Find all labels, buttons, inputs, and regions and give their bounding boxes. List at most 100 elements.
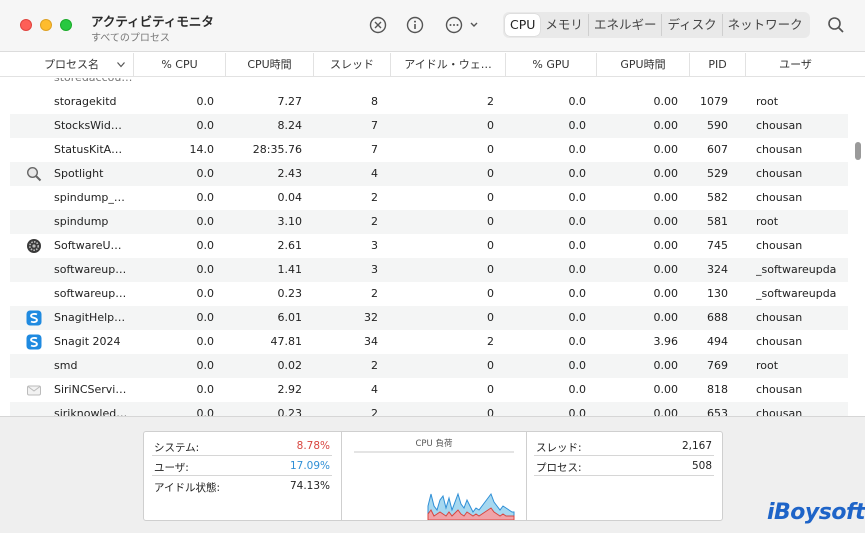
gpu-time: 0.00 bbox=[653, 287, 679, 300]
title-bar: アクティビティモニタ すべてのプロセス CPU メモリ エネルギー ディスク ネ… bbox=[0, 0, 865, 52]
process-name: StocksWid… bbox=[54, 119, 122, 132]
process-name: SnagitHelp… bbox=[54, 311, 126, 324]
column-cpu[interactable]: % CPU bbox=[133, 53, 225, 77]
idle-wake-ups: 0 bbox=[487, 239, 494, 252]
window-title: アクティビティモニタ bbox=[91, 14, 214, 29]
idle-label: アイドル状態: bbox=[154, 482, 221, 494]
minimize-window-button[interactable] bbox=[40, 19, 52, 31]
watermark-logo: iBoysoft bbox=[767, 500, 865, 525]
cpu-percent: 0.0 bbox=[196, 263, 215, 276]
column-pid[interactable]: PID bbox=[689, 53, 745, 77]
user-label: ユーザ: bbox=[154, 462, 189, 474]
cpu-percent: 14.0 bbox=[189, 143, 215, 156]
system-value: 8.78% bbox=[296, 440, 330, 452]
table-row[interactable]: Snagit 2024 0.0 47.81 34 2 0.0 3.96 494 chousan bbox=[10, 330, 848, 354]
table-row[interactable]: softwareup… 0.0 0.23 2 0 0.0 0.00 130 _softwareu… bbox=[10, 282, 848, 306]
idle-wake-ups: 2 bbox=[487, 335, 494, 348]
column-gpu-time[interactable]: GPU時間 bbox=[596, 53, 689, 77]
process-table: storedaccou… storagekitd0.07.27820.00.00… bbox=[10, 78, 848, 416]
column-idle-wake[interactable]: アイドル・ウェ… bbox=[390, 53, 505, 77]
gpu-time: 3.96 bbox=[653, 335, 679, 348]
table-row[interactable]: storagekitd 0.0 7.27 8 2 0.0 0.00 1079 root bbox=[10, 90, 848, 114]
table-row[interactable]: StocksWid… 0.0 8.24 7 0 0.0 0.00 590 chousan bbox=[10, 114, 848, 138]
cpu-time: 0.23 bbox=[277, 287, 303, 300]
tab-cpu[interactable]: CPU bbox=[505, 14, 541, 36]
column-cpu-time[interactable]: CPU時間 bbox=[225, 53, 313, 77]
table-row[interactable]: spindump_… 0.0 0.04 2 0 0.0 0.00 582 chousan bbox=[10, 186, 848, 210]
gpu-percent: 0.0 bbox=[568, 263, 587, 276]
process-name: Spotlight bbox=[54, 167, 104, 180]
table-row[interactable]: softwareup… 0.0 1.41 3 0 0.0 0.00 324 _softwareu… bbox=[10, 258, 848, 282]
stop-process-button[interactable] bbox=[368, 15, 388, 35]
info-icon bbox=[406, 16, 424, 34]
user-name: root bbox=[756, 359, 779, 372]
gpu-percent: 0.0 bbox=[568, 359, 587, 372]
gpu-percent: 0.0 bbox=[568, 191, 587, 204]
column-user[interactable]: ユーザ bbox=[745, 53, 845, 77]
idle-wake-ups: 0 bbox=[487, 311, 494, 324]
inspect-button[interactable] bbox=[405, 15, 425, 35]
idle-wake-ups: 0 bbox=[487, 287, 494, 300]
tab-energy[interactable]: エネルギー bbox=[587, 14, 662, 36]
cpu-load-chart bbox=[354, 451, 515, 520]
user-name: root bbox=[756, 95, 779, 108]
thread-count: 4 bbox=[371, 167, 378, 180]
table-row[interactable]: SoftwareU… 0.0 2.61 3 0 0.0 0.00 745 chousan bbox=[10, 234, 848, 258]
zoom-window-button[interactable] bbox=[60, 19, 72, 31]
table-row[interactable]: spindump 0.0 3.10 2 0 0.0 0.00 581 root bbox=[10, 210, 848, 234]
thread-count: 2 bbox=[371, 287, 378, 300]
idle-wake-ups: 0 bbox=[487, 119, 494, 132]
tab-network[interactable]: ネットワーク bbox=[721, 14, 808, 36]
gpu-percent: 0.0 bbox=[568, 167, 587, 180]
pid: 607 bbox=[707, 143, 728, 156]
table-row[interactable]: Spotlight 0.0 2.43 4 0 0.0 0.00 529 chousan bbox=[10, 162, 848, 186]
tab-memory[interactable]: メモリ bbox=[540, 14, 588, 36]
process-name: SoftwareU… bbox=[54, 239, 122, 252]
more-actions-button[interactable] bbox=[444, 15, 482, 35]
idle-wake-ups: 0 bbox=[487, 263, 494, 276]
table-row[interactable]: storedaccou… bbox=[10, 78, 848, 90]
process-name: softwareup… bbox=[54, 263, 127, 276]
process-name: storedaccou… bbox=[54, 78, 144, 90]
scrollbar-thumb[interactable] bbox=[855, 142, 861, 160]
cpu-time: 0.02 bbox=[277, 359, 303, 372]
pid: 130 bbox=[707, 287, 728, 300]
tab-disk[interactable]: ディスク bbox=[661, 14, 721, 36]
search-button[interactable] bbox=[826, 15, 846, 35]
process-name: siriknowled… bbox=[54, 407, 128, 416]
cpu-time: 47.81 bbox=[270, 335, 303, 348]
table-row[interactable]: SiriNCServi… 0.0 2.92 4 0 0.0 0.00 818 chousan bbox=[10, 378, 848, 402]
vertical-scrollbar[interactable] bbox=[853, 78, 863, 416]
pid: 581 bbox=[707, 215, 728, 228]
gpu-percent: 0.0 bbox=[568, 143, 587, 156]
idle-value: 74.13% bbox=[289, 480, 330, 492]
pid: 1079 bbox=[700, 95, 728, 108]
cpu-percent: 0.0 bbox=[196, 215, 215, 228]
table-row[interactable]: smd 0.0 0.02 2 0 0.0 0.00 769 root bbox=[10, 354, 848, 378]
close-window-button[interactable] bbox=[20, 19, 32, 31]
gpu-percent: 0.0 bbox=[568, 383, 587, 396]
cpu-stats-panel: システム: 8.78% ユーザ: 17.09% アイドル状態: 74.13% C… bbox=[143, 431, 723, 521]
idle-stat: アイドル状態: 74.13% bbox=[152, 476, 332, 496]
cpu-percent: 0.0 bbox=[196, 335, 215, 348]
idle-wake-ups: 2 bbox=[487, 95, 494, 108]
gpu-time: 0.00 bbox=[653, 215, 679, 228]
processes-value: 508 bbox=[691, 460, 712, 472]
gpu-time: 0.00 bbox=[653, 407, 679, 416]
column-gpu[interactable]: % GPU bbox=[505, 53, 596, 77]
pid: 529 bbox=[707, 167, 728, 180]
table-row[interactable]: StatusKitA… 14.0 28:35.76 7 0 0.0 0.00 607 chous… bbox=[10, 138, 848, 162]
threads-value: 2,167 bbox=[681, 440, 712, 452]
thread-count: 3 bbox=[371, 239, 378, 252]
gpu-time: 0.00 bbox=[653, 191, 679, 204]
user-name: chousan bbox=[756, 167, 803, 180]
user-name: chousan bbox=[756, 239, 803, 252]
idle-wake-ups: 0 bbox=[487, 383, 494, 396]
table-row[interactable]: SnagitHelp… 0.0 6.01 32 0 0.0 0.00 688 chousan bbox=[10, 306, 848, 330]
column-process-name[interactable]: プロセス名 bbox=[10, 53, 133, 77]
column-threads[interactable]: スレッド bbox=[313, 53, 390, 77]
gpu-time: 0.00 bbox=[653, 239, 679, 252]
table-row[interactable]: siriknowled… 0.0 0.23 2 0 0.0 0.00 653 chousan bbox=[10, 402, 848, 416]
idle-wake-ups: 0 bbox=[487, 407, 494, 416]
cpu-percent: 0.0 bbox=[196, 359, 215, 372]
